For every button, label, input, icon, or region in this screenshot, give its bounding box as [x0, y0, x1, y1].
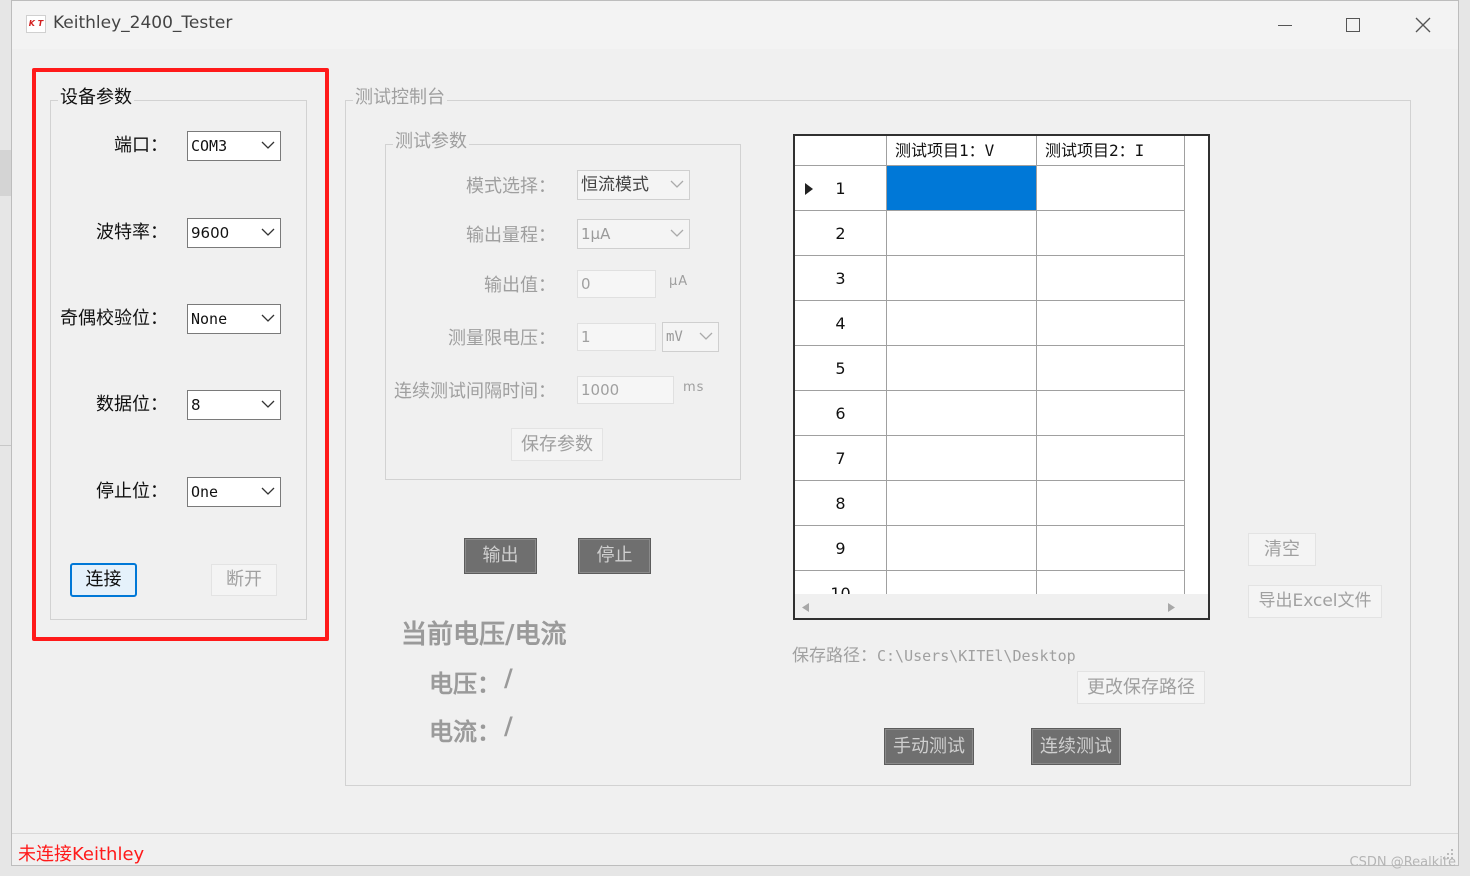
reading-title: 当前电压/电流	[401, 620, 567, 650]
table-cell[interactable]	[1037, 481, 1185, 526]
background-strip	[0, 150, 11, 196]
limit-voltage-label: 测量限电压：	[448, 328, 556, 349]
current-value: /	[504, 712, 513, 740]
row-header[interactable]: 8	[795, 481, 887, 526]
chevron-down-icon	[670, 229, 684, 237]
test-params-legend: 测试参数	[393, 131, 469, 152]
maximize-button[interactable]	[1330, 7, 1376, 43]
table-cell[interactable]	[887, 481, 1037, 526]
mode-select[interactable]: 恒流模式	[577, 170, 690, 200]
current-label: 电流：	[429, 718, 501, 746]
column-header[interactable]: 测试项目1：V	[887, 136, 1037, 166]
range-value: 1μA	[581, 225, 611, 243]
export-excel-button[interactable]: 导出Excel文件	[1248, 585, 1382, 618]
output-button[interactable]: 输出	[464, 538, 537, 574]
row-header[interactable]: 9	[795, 526, 887, 571]
clear-button[interactable]: 清空	[1248, 533, 1316, 566]
table-cell[interactable]	[1037, 526, 1185, 571]
connection-status: 未连接Keithley	[18, 844, 145, 865]
change-path-button[interactable]: 更改保存路径	[1077, 671, 1205, 704]
scroll-right-icon[interactable]	[1167, 602, 1176, 613]
scroll-left-icon[interactable]	[801, 602, 810, 613]
close-button[interactable]	[1400, 7, 1446, 43]
table-cell[interactable]	[887, 526, 1037, 571]
mode-value: 恒流模式	[581, 175, 649, 195]
table-corner-header	[795, 136, 887, 166]
row-header[interactable]: 7	[795, 436, 887, 481]
chevron-down-icon	[670, 180, 684, 188]
continuous-test-button[interactable]: 连续测试	[1031, 728, 1121, 765]
maximize-icon	[1346, 18, 1360, 32]
output-unit: μA	[669, 274, 689, 289]
table-cell[interactable]	[1037, 166, 1185, 211]
table-cell[interactable]	[887, 346, 1037, 391]
minimize-icon	[1278, 25, 1292, 26]
range-select[interactable]: 1μA	[577, 219, 690, 249]
table-cell[interactable]	[1037, 346, 1185, 391]
table-cell[interactable]	[1037, 256, 1185, 301]
limit-unit-value: mV	[666, 329, 683, 345]
save-path-value: C:\Users\KITEl\Desktop	[877, 647, 1076, 665]
title-bar[interactable]: K T Keithley_2400_Tester	[12, 1, 1458, 49]
stop-button[interactable]: 停止	[578, 538, 651, 574]
table-cell[interactable]	[887, 211, 1037, 256]
row-header[interactable]: 3	[795, 256, 887, 301]
table-cell[interactable]	[887, 166, 1037, 211]
table-cell[interactable]	[887, 436, 1037, 481]
table-cell[interactable]	[887, 301, 1037, 346]
table-cell[interactable]	[887, 256, 1037, 301]
horizontal-scrollbar[interactable]	[795, 594, 1208, 618]
voltage-label: 电压：	[429, 670, 501, 698]
voltage-value: /	[504, 664, 513, 692]
manual-test-button[interactable]: 手动测试	[884, 728, 974, 765]
table-cell[interactable]	[887, 391, 1037, 436]
background-strip	[0, 445, 11, 446]
range-label: 输出量程：	[466, 225, 556, 246]
limit-voltage-input[interactable]: 1	[577, 323, 656, 351]
row-header[interactable]: 2	[795, 211, 887, 256]
save-path-label: 保存路径：	[792, 646, 877, 666]
table-cell[interactable]	[1037, 436, 1185, 481]
minimize-button[interactable]	[1262, 7, 1308, 43]
test-console-legend: 测试控制台	[353, 87, 447, 108]
row-header[interactable]: 4	[795, 301, 887, 346]
interval-unit: ms	[683, 380, 705, 395]
column-header[interactable]: 测试项目2：I	[1037, 136, 1185, 166]
table-cell[interactable]	[1037, 391, 1185, 436]
row-header[interactable]: 5	[795, 346, 887, 391]
results-table[interactable]: 测试项目1：V 测试项目2：I 12345678910	[793, 134, 1210, 620]
chevron-down-icon	[699, 332, 713, 340]
save-path: 保存路径：C:\Users\KITEl\Desktop	[792, 641, 1076, 666]
save-params-button[interactable]: 保存参数	[511, 428, 603, 461]
highlight-box	[32, 68, 329, 641]
row-pointer-icon	[805, 183, 813, 195]
output-value-label: 输出值：	[484, 275, 556, 296]
interval-input[interactable]: 1000	[577, 376, 674, 404]
status-bar: 未连接Keithley	[12, 833, 1458, 865]
app-window: K T Keithley_2400_Tester 设备参数 端口： COM3 波…	[11, 0, 1459, 866]
limit-unit-select[interactable]: mV	[662, 322, 719, 352]
app-logo-icon: K T	[26, 15, 46, 33]
mode-label: 模式选择：	[466, 176, 556, 197]
interval-label: 连续测试间隔时间：	[394, 381, 556, 402]
close-icon	[1415, 17, 1431, 33]
table-cell[interactable]	[1037, 301, 1185, 346]
watermark: CSDN @Realkite	[1349, 855, 1456, 870]
row-header[interactable]: 6	[795, 391, 887, 436]
table-cell[interactable]	[1037, 211, 1185, 256]
window-title: Keithley_2400_Tester	[53, 13, 233, 33]
output-value-input[interactable]: 0	[577, 270, 656, 298]
